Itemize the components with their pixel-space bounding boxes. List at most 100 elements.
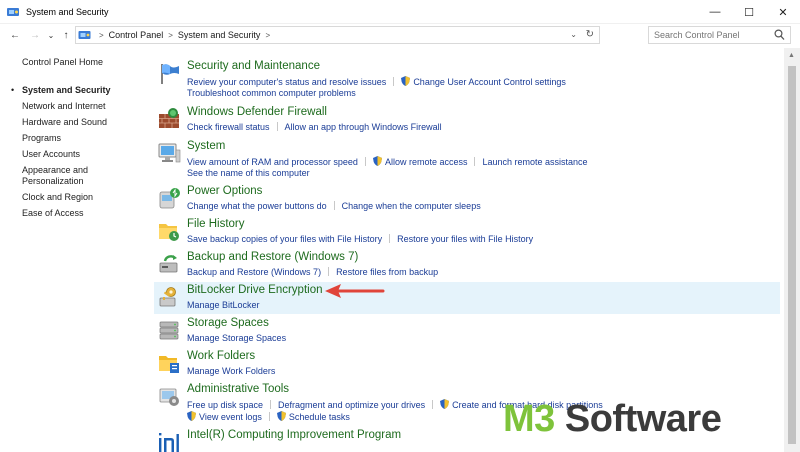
link-allow-app-through-firewall[interactable]: Allow an app through Windows Firewall xyxy=(285,122,442,132)
link-separator xyxy=(364,157,366,166)
link-separator xyxy=(328,267,330,276)
firewall-icon xyxy=(159,108,179,128)
category-title[interactable]: Storage Spaces xyxy=(187,317,269,329)
category-storage-spaces: Storage Spaces Manage Storage Spaces xyxy=(154,315,780,347)
link-review-status[interactable]: Review your computer's status and resolv… xyxy=(187,77,386,87)
back-button[interactable]: ← xyxy=(8,26,22,44)
category-title[interactable]: Security and Maintenance xyxy=(187,60,320,72)
title-bar: System and Security — ☐ ✕ xyxy=(0,0,800,24)
link-separator xyxy=(268,412,270,421)
sidebar-item-system-and-security[interactable]: System and Security xyxy=(22,85,142,96)
link-manage-bitlocker[interactable]: Manage BitLocker xyxy=(187,300,260,310)
link-change-sleep[interactable]: Change when the computer sleeps xyxy=(342,201,481,211)
link-separator xyxy=(393,77,395,86)
vertical-scrollbar[interactable]: ▲ xyxy=(784,48,800,452)
category-title[interactable]: System xyxy=(187,140,225,152)
search-icon[interactable] xyxy=(774,29,785,41)
category-title[interactable]: Power Options xyxy=(187,185,262,197)
category-work-folders: Work Folders Manage Work Folders xyxy=(154,348,780,380)
link-view-ram-processor[interactable]: View amount of RAM and processor speed xyxy=(187,157,358,167)
watermark-m3: M3 xyxy=(503,398,555,440)
scroll-up-icon[interactable]: ▲ xyxy=(788,52,795,59)
link-troubleshoot[interactable]: Troubleshoot common computer problems xyxy=(187,88,356,98)
category-windows-defender-firewall: Windows Defender Firewall Check firewall… xyxy=(154,104,780,136)
intel-logo-icon xyxy=(159,433,179,452)
annotation-arrow-icon xyxy=(325,284,385,298)
link-save-backup-copies[interactable]: Save backup copies of your files with Fi… xyxy=(187,234,382,244)
category-system: System View amount of RAM and processor … xyxy=(154,138,780,182)
uac-shield-icon xyxy=(372,156,382,166)
refresh-icon[interactable]: ↻ xyxy=(586,29,594,40)
maximize-button[interactable]: ☐ xyxy=(732,0,766,24)
up-button[interactable]: ↑ xyxy=(59,26,73,44)
category-bitlocker-drive-encryption[interactable]: BitLocker Drive Encryption Manage BitLoc… xyxy=(154,282,780,314)
link-restore-files-file-history[interactable]: Restore your files with File History xyxy=(397,234,533,244)
link-check-firewall-status[interactable]: Check firewall status xyxy=(187,122,270,132)
category-title[interactable]: Windows Defender Firewall xyxy=(187,106,327,118)
category-security-and-maintenance: Security and Maintenance Review your com… xyxy=(154,58,780,102)
computer-icon xyxy=(158,143,181,163)
sidebar-item-user-accounts[interactable]: User Accounts xyxy=(22,149,142,160)
link-change-power-buttons[interactable]: Change what the power buttons do xyxy=(187,201,327,211)
link-allow-remote-access[interactable]: Allow remote access xyxy=(385,157,468,167)
link-defragment-drives[interactable]: Defragment and optimize your drives xyxy=(278,400,425,410)
chevron-down-icon[interactable]: ⌄ xyxy=(570,30,577,39)
breadcrumb-separator: > xyxy=(168,30,173,40)
category-title[interactable]: Work Folders xyxy=(187,350,255,362)
navigation-bar: ← → ⌄ ↑ > Control Panel > System and Sec… xyxy=(0,24,800,46)
sidebar-item-programs[interactable]: Programs xyxy=(22,133,142,144)
search-input[interactable] xyxy=(654,30,772,40)
administrative-tools-icon xyxy=(159,388,179,406)
link-restore-files-from-backup[interactable]: Restore files from backup xyxy=(336,267,438,277)
category-title[interactable]: File History xyxy=(187,218,245,230)
uac-shield-icon xyxy=(440,399,450,409)
link-separator xyxy=(276,122,278,131)
link-view-event-logs[interactable]: View event logs xyxy=(199,412,262,422)
sidebar-item-control-panel-home[interactable]: Control Panel Home xyxy=(22,57,142,68)
sidebar-item-clock-and-region[interactable]: Clock and Region xyxy=(22,192,142,203)
link-change-uac-settings[interactable]: Change User Account Control settings xyxy=(413,77,566,87)
storage-spaces-icon xyxy=(159,321,179,340)
control-panel-icon xyxy=(7,7,19,16)
category-backup-and-restore: Backup and Restore (Windows 7) Backup an… xyxy=(154,249,780,281)
category-title[interactable]: Intel(R) Computing Improvement Program xyxy=(187,429,401,441)
category-title[interactable]: Administrative Tools xyxy=(187,383,289,395)
sidebar-item-ease-of-access[interactable]: Ease of Access xyxy=(22,208,142,219)
link-manage-work-folders[interactable]: Manage Work Folders xyxy=(187,366,275,376)
control-panel-icon xyxy=(78,30,91,39)
address-bar[interactable]: > Control Panel > System and Security > … xyxy=(75,26,600,44)
search-box[interactable] xyxy=(648,26,791,44)
category-power-options: Power Options Change what the power butt… xyxy=(154,183,780,215)
uac-shield-icon xyxy=(401,76,411,86)
power-options-icon xyxy=(159,188,180,209)
forward-button[interactable]: → xyxy=(28,26,42,44)
sidebar-item-network-and-internet[interactable]: Network and Internet xyxy=(22,101,142,112)
sidebar-item-appearance-and-personalization[interactable]: Appearance and Personalization xyxy=(22,165,102,187)
link-separator xyxy=(270,400,272,409)
work-folders-icon xyxy=(159,356,179,373)
link-backup-and-restore[interactable]: Backup and Restore (Windows 7) xyxy=(187,267,321,277)
breadcrumb-control-panel[interactable]: Control Panel xyxy=(109,30,164,40)
link-separator xyxy=(432,400,434,409)
link-schedule-tasks[interactable]: Schedule tasks xyxy=(289,412,350,422)
watermark-software: Software xyxy=(554,398,722,440)
category-title[interactable]: Backup and Restore (Windows 7) xyxy=(187,251,358,263)
minimize-button[interactable]: — xyxy=(698,0,732,24)
window-title: System and Security xyxy=(26,6,109,17)
link-manage-storage-spaces[interactable]: Manage Storage Spaces xyxy=(187,333,286,343)
category-title[interactable]: BitLocker Drive Encryption xyxy=(187,284,323,296)
scroll-thumb[interactable] xyxy=(788,66,796,444)
sidebar-item-hardware-and-sound[interactable]: Hardware and Sound xyxy=(22,117,142,128)
category-file-history: File History Save backup copies of your … xyxy=(154,216,780,248)
link-launch-remote-assistance[interactable]: Launch remote assistance xyxy=(482,157,587,167)
recent-locations-button[interactable]: ⌄ xyxy=(44,26,58,44)
uac-shield-icon xyxy=(187,411,196,421)
breadcrumb-system-and-security[interactable]: System and Security xyxy=(178,30,261,40)
link-separator xyxy=(474,157,476,166)
watermark-logo: M3 Software xyxy=(503,398,722,441)
active-bullet-icon: • xyxy=(11,85,15,95)
flag-icon xyxy=(161,64,179,84)
close-button[interactable]: ✕ xyxy=(766,0,800,24)
link-see-computer-name[interactable]: See the name of this computer xyxy=(187,168,310,178)
link-free-up-disk-space[interactable]: Free up disk space xyxy=(187,400,263,410)
